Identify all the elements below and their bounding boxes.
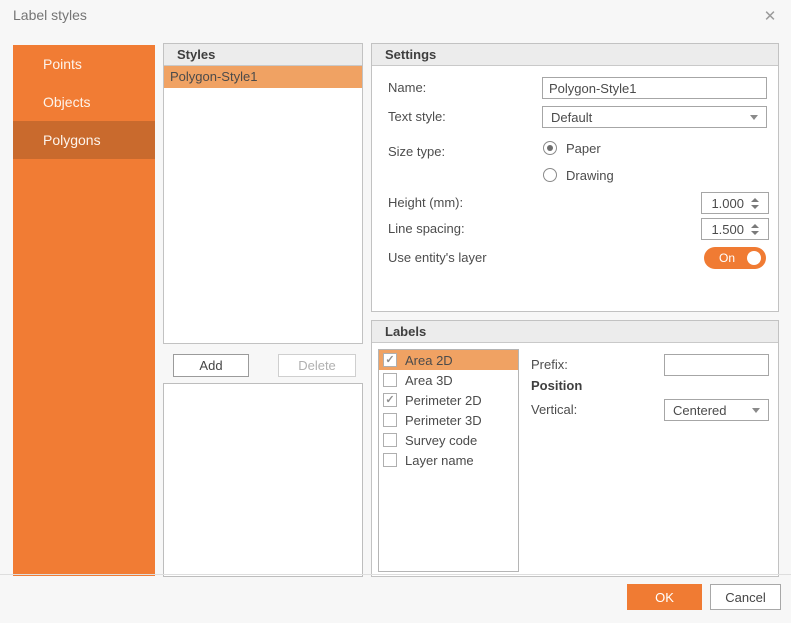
height-spinner-arrows <box>746 198 764 209</box>
toggle-knob <box>747 251 761 265</box>
sidebar-item-objects[interactable]: Objects <box>13 83 155 121</box>
name-label: Name: <box>388 77 426 99</box>
label-options-list: ✓ Area 2D Area 3D ✓ Perimeter 2D Perimet… <box>378 349 519 572</box>
category-sidebar: Points Objects Polygons <box>13 45 155 576</box>
radio-paper-label: Paper <box>566 141 601 156</box>
styles-detail-list <box>163 383 363 577</box>
toggle-on-label: On <box>719 251 735 265</box>
chevron-down-icon <box>750 115 758 120</box>
footer-separator <box>0 574 791 575</box>
position-label: Position <box>531 375 582 397</box>
spinner-up-icon[interactable] <box>751 198 759 202</box>
checkbox-checked-icon[interactable]: ✓ <box>383 353 397 367</box>
settings-header: Settings <box>372 44 778 66</box>
styles-list: Polygon-Style1 <box>164 66 362 88</box>
delete-button[interactable]: Delete <box>278 354 356 377</box>
settings-group: Settings Name: Text style: Default Size … <box>371 43 779 312</box>
label-option-area-2d[interactable]: ✓ Area 2D <box>379 350 518 370</box>
spinner-down-icon[interactable] <box>751 231 759 235</box>
text-style-label: Text style: <box>388 106 446 128</box>
label-option-perimeter-3d[interactable]: Perimeter 3D <box>379 410 518 430</box>
vertical-label: Vertical: <box>531 399 577 421</box>
text-style-value: Default <box>551 110 592 125</box>
line-spacing-spinner <box>701 218 769 240</box>
label-option-layer-name[interactable]: Layer name <box>379 450 518 470</box>
checkbox-unchecked-icon[interactable] <box>383 413 397 427</box>
checkbox-unchecked-icon[interactable] <box>383 453 397 467</box>
use-entity-layer-label: Use entity's layer <box>388 247 487 269</box>
checkbox-unchecked-icon[interactable] <box>383 433 397 447</box>
label-option-survey-code[interactable]: Survey code <box>379 430 518 450</box>
line-spacing-label: Line spacing: <box>388 218 465 240</box>
sidebar-item-polygons[interactable]: Polygons <box>13 121 155 159</box>
radio-unselected-icon <box>543 168 557 182</box>
prefix-label: Prefix: <box>531 354 568 376</box>
size-type-label: Size type: <box>388 144 445 159</box>
vertical-value: Centered <box>673 403 726 418</box>
add-button[interactable]: Add <box>173 354 249 377</box>
styles-panel: Styles Polygon-Style1 <box>163 43 363 344</box>
height-input[interactable] <box>702 193 746 213</box>
radio-drawing-label: Drawing <box>566 168 614 183</box>
sidebar-item-points[interactable]: Points <box>13 45 155 83</box>
spinner-up-icon[interactable] <box>751 224 759 228</box>
line-spacing-input[interactable] <box>702 219 746 239</box>
checkbox-unchecked-icon[interactable] <box>383 373 397 387</box>
text-style-dropdown[interactable]: Default <box>542 106 767 128</box>
labels-group: Labels ✓ Area 2D Area 3D ✓ Perimeter 2D … <box>371 320 779 577</box>
prefix-input[interactable] <box>664 354 769 376</box>
chevron-down-icon <box>752 408 760 413</box>
label-option-perimeter-2d[interactable]: ✓ Perimeter 2D <box>379 390 518 410</box>
vertical-dropdown[interactable]: Centered <box>664 399 769 421</box>
height-label: Height (mm): <box>388 192 463 214</box>
labels-header: Labels <box>372 321 778 343</box>
line-spacing-spinner-arrows <box>746 224 764 235</box>
close-icon[interactable]: ✕ <box>757 4 783 28</box>
ok-button[interactable]: OK <box>627 584 702 610</box>
radio-drawing[interactable]: Drawing <box>543 165 614 185</box>
label-option-area-3d[interactable]: Area 3D <box>379 370 518 390</box>
cancel-button[interactable]: Cancel <box>710 584 781 610</box>
use-entity-layer-toggle[interactable]: On <box>704 247 766 269</box>
radio-selected-icon <box>543 141 557 155</box>
checkbox-checked-icon[interactable]: ✓ <box>383 393 397 407</box>
dialog-title: Label styles <box>13 7 87 23</box>
height-spinner <box>701 192 769 214</box>
radio-paper[interactable]: Paper <box>543 138 601 158</box>
styles-panel-header: Styles <box>164 44 362 66</box>
name-input[interactable] <box>542 77 767 99</box>
style-list-item[interactable]: Polygon-Style1 <box>164 66 362 88</box>
spinner-down-icon[interactable] <box>751 205 759 209</box>
